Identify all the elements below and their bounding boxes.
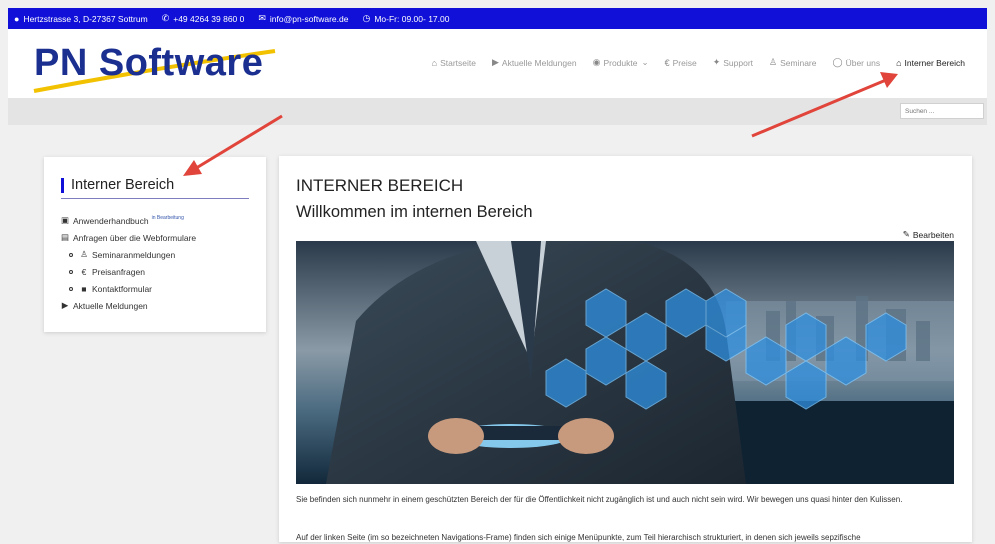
nav-item-aktuelle-meldungen[interactable]: ▶ Aktuelle Meldungen [492,57,577,68]
group-icon: ♙ [80,249,88,259]
address-item: ● Hertzstrasse 3, D-27367 Sottrum [14,13,148,24]
email-item[interactable]: ✉ info@pn-software.de [258,13,348,24]
nav-item-interner-bereich[interactable]: ⌂ Interner Bereich [896,57,965,68]
hours-item: ◷ Mo-Fr: 09.00- 17.00 [362,13,450,24]
clock-icon: ◷ [362,13,371,23]
sidebar-item-preisanfragen[interactable]: € Preisanfragen [60,263,196,280]
sidebar-item-anfragen[interactable]: ▤ Anfragen über die Webformulare [60,229,196,246]
home-icon: ⌂ [431,57,438,68]
sidebar-panel: Interner Bereich ▣ Anwenderhandbuch in B… [44,157,266,332]
status-badge: in Bearbeitung [151,214,184,221]
site-logo[interactable]: PN Software [34,42,263,85]
search-input[interactable] [900,103,984,119]
chat-icon: ◯ [832,57,843,67]
page-title: INTERNER BEREICH [296,176,464,195]
sidebar-item-kontaktformular[interactable]: ■ Kontaktformular [60,280,196,297]
sidebar-item-aktuelle-meldungen[interactable]: ▶ Aktuelle Meldungen [60,297,196,314]
lock-home-icon: ⌂ [896,57,902,68]
main-nav: ⌂ Startseite ▶ Aktuelle Meldungen ◉ Produkt… [416,57,965,68]
bullet-icon [69,269,73,274]
bullet-icon [69,252,73,257]
briefcase-icon: ■ [81,283,87,294]
intro-paragraph: Sie befinden sich nunmehr in einem gesch… [296,495,903,504]
euro-icon: € [664,57,670,68]
page-subtitle: Willkommen im internen Bereich [296,203,533,221]
group-icon: ♙ [769,57,778,67]
megaphone-icon: ▶ [491,57,499,67]
nav-item-support[interactable]: ✦ Support [713,57,753,68]
edit-icon: ✎ [902,229,910,239]
contact-bar: ● Hertzstrasse 3, D-27367 Sottrum ✆ +49 42… [8,8,987,29]
bullet-icon [69,286,73,291]
edit-button[interactable]: ✎ Bearbeiten [903,229,954,240]
main-content: INTERNER BEREICH Willkommen im internen … [279,156,972,542]
phone-icon: ✆ [161,13,170,23]
sidebar-menu: ▣ Anwenderhandbuch in Bearbeitung ▤ Anfr… [60,212,196,314]
nav-item-startseite[interactable]: ⌂ Startseite [432,57,476,68]
euro-icon: € [81,266,87,277]
megaphone-icon: ▶ [61,300,69,310]
site-header: PN Software ⌂ Startseite ▶ Aktuelle Meldun… [8,29,987,98]
chevron-down-icon: ⌄ [641,57,649,67]
phone-item[interactable]: ✆ +49 4264 39 860 0 [162,13,245,24]
nav-item-preise[interactable]: € Preise [665,57,697,68]
form-icon: ▤ [60,232,70,242]
nav-item-produkte[interactable]: ◉ Produkte ⌄ [593,57,649,68]
sidebar-title: Interner Bereich [61,178,174,193]
envelope-icon: ✉ [258,13,266,23]
location-pin-icon: ● [14,13,20,24]
businessman-tablet-image [296,241,954,484]
cd-icon: ◉ [592,57,601,67]
handshake-icon: ✦ [712,57,721,67]
sidebar-item-anwenderhandbuch[interactable]: ▣ Anwenderhandbuch in Bearbeitung [60,212,196,229]
nav-item-ueber-uns[interactable]: ◯ Über uns [833,57,881,68]
hero-image [296,241,954,484]
nav-item-seminare[interactable]: ♙ Seminare [769,57,816,68]
sidebar-divider [61,198,249,199]
book-icon: ▣ [60,215,70,225]
sidebar-item-seminaranmeldungen[interactable]: ♙ Seminaranmeldungen [60,246,196,263]
description-paragraph: Auf der linken Seite (im so bezeichneten… [296,533,861,542]
search-bar-row [8,98,987,125]
